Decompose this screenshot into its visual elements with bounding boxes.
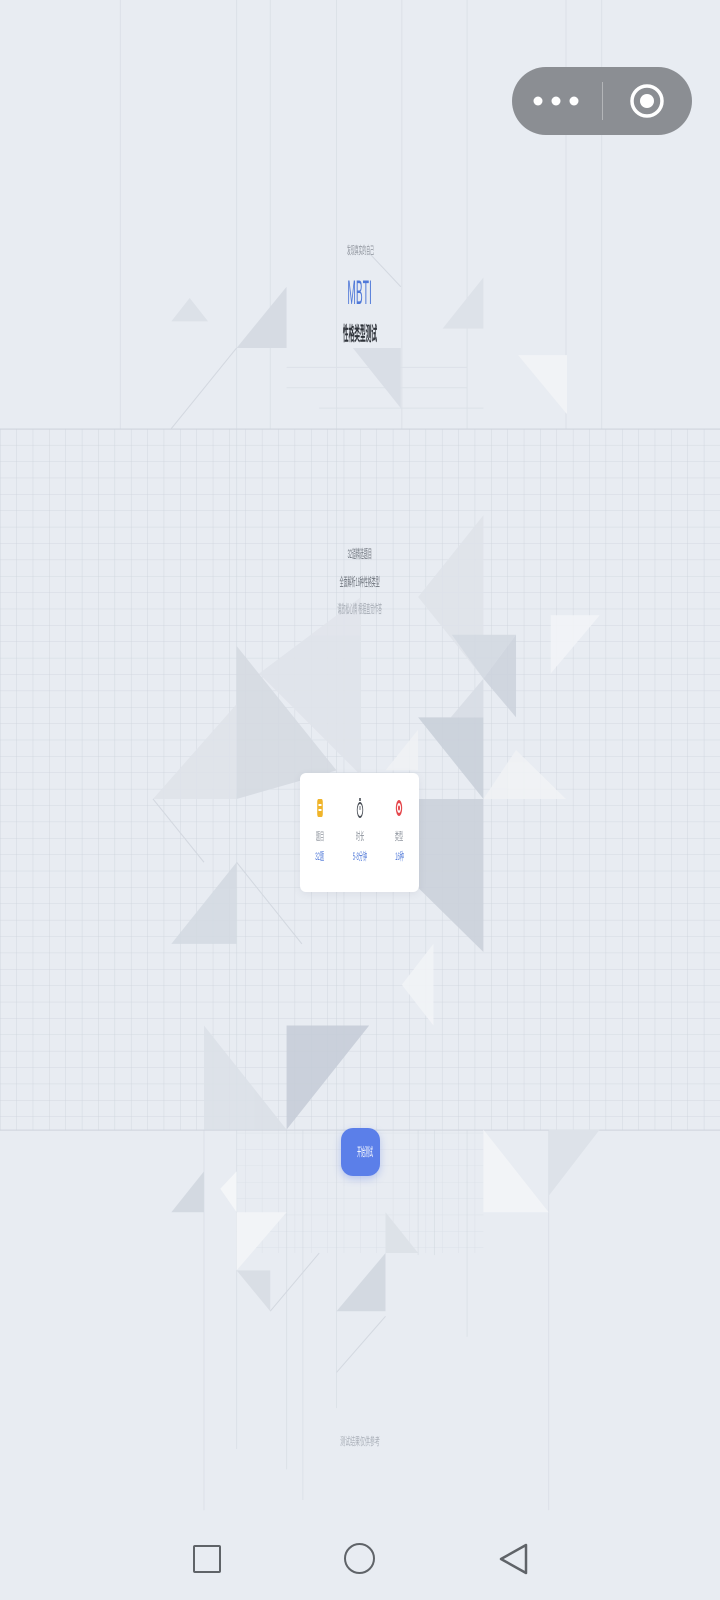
bg-line: [170, 347, 237, 429]
heading-row: 性格类型测试: [0, 324, 720, 346]
bg-triangle: [336, 1253, 386, 1312]
bg-line: [336, 1315, 386, 1373]
stat-value: 16种: [394, 851, 404, 863]
footer-note: 测试结果仅供参考: [340, 1436, 380, 1448]
start-test-button[interactable]: 开始测试: [341, 1128, 380, 1176]
clipboard-icon: [300, 797, 340, 819]
intro-line: 32道精选题目: [0, 547, 720, 561]
intro-line: 请放松心情 根据直觉作答: [0, 602, 720, 616]
miniprogram-capsule: [512, 67, 692, 135]
back-triangle-icon[interactable]: [497, 1542, 529, 1576]
intro-text: 全面解析16种性格类型: [339, 575, 381, 589]
stat-questions: 题目 32题: [300, 773, 340, 892]
target-icon: [379, 797, 419, 819]
bg-triangle: [236, 1270, 271, 1312]
timer-icon: [340, 797, 380, 819]
stat-value: 32题: [315, 851, 325, 863]
intro-text: 请放松心情 根据直觉作答: [337, 602, 383, 616]
bg-triangle: [518, 355, 568, 415]
start-test-label: 开始测试: [357, 1145, 373, 1159]
stat-label: 时长: [355, 831, 364, 843]
intro-text: 32道精选题目: [347, 547, 373, 561]
test-info-card: 题目 32题 时长 5-8分钟 类型 16种: [300, 773, 419, 892]
subtitle-row: 发现真实的自己: [0, 245, 720, 258]
page-title: MBTI: [347, 274, 373, 312]
more-dots-icon: [533, 96, 579, 106]
bg-triangle: [352, 347, 401, 409]
bg-triangle: [548, 1129, 600, 1196]
exit-button[interactable]: [603, 67, 692, 135]
stat-types: 类型 16种: [379, 773, 419, 892]
footer-row: 测试结果仅供参考: [0, 1436, 720, 1449]
bg-triangle: [171, 1171, 204, 1213]
recents-button square-icon[interactable]: [193, 1545, 221, 1573]
stat-duration: 时长 5-8分钟: [340, 773, 380, 892]
stat-label: 类型: [394, 831, 404, 843]
page-heading: 性格类型测试: [342, 324, 378, 345]
bg-triangle: [483, 1129, 549, 1213]
more-button[interactable]: [512, 67, 602, 135]
target-icon: [630, 84, 664, 118]
home-button circle-icon[interactable]: [344, 1543, 375, 1574]
stat-label: 题目: [315, 831, 325, 843]
title-row: MBTI: [0, 274, 720, 312]
bg-triangle: [220, 1171, 237, 1213]
stat-value: 5-8分钟: [352, 851, 367, 863]
intro-line: 全面解析16种性格类型: [0, 575, 720, 589]
bg-line: [269, 1252, 320, 1312]
subtitle: 发现真实的自己: [346, 245, 374, 257]
